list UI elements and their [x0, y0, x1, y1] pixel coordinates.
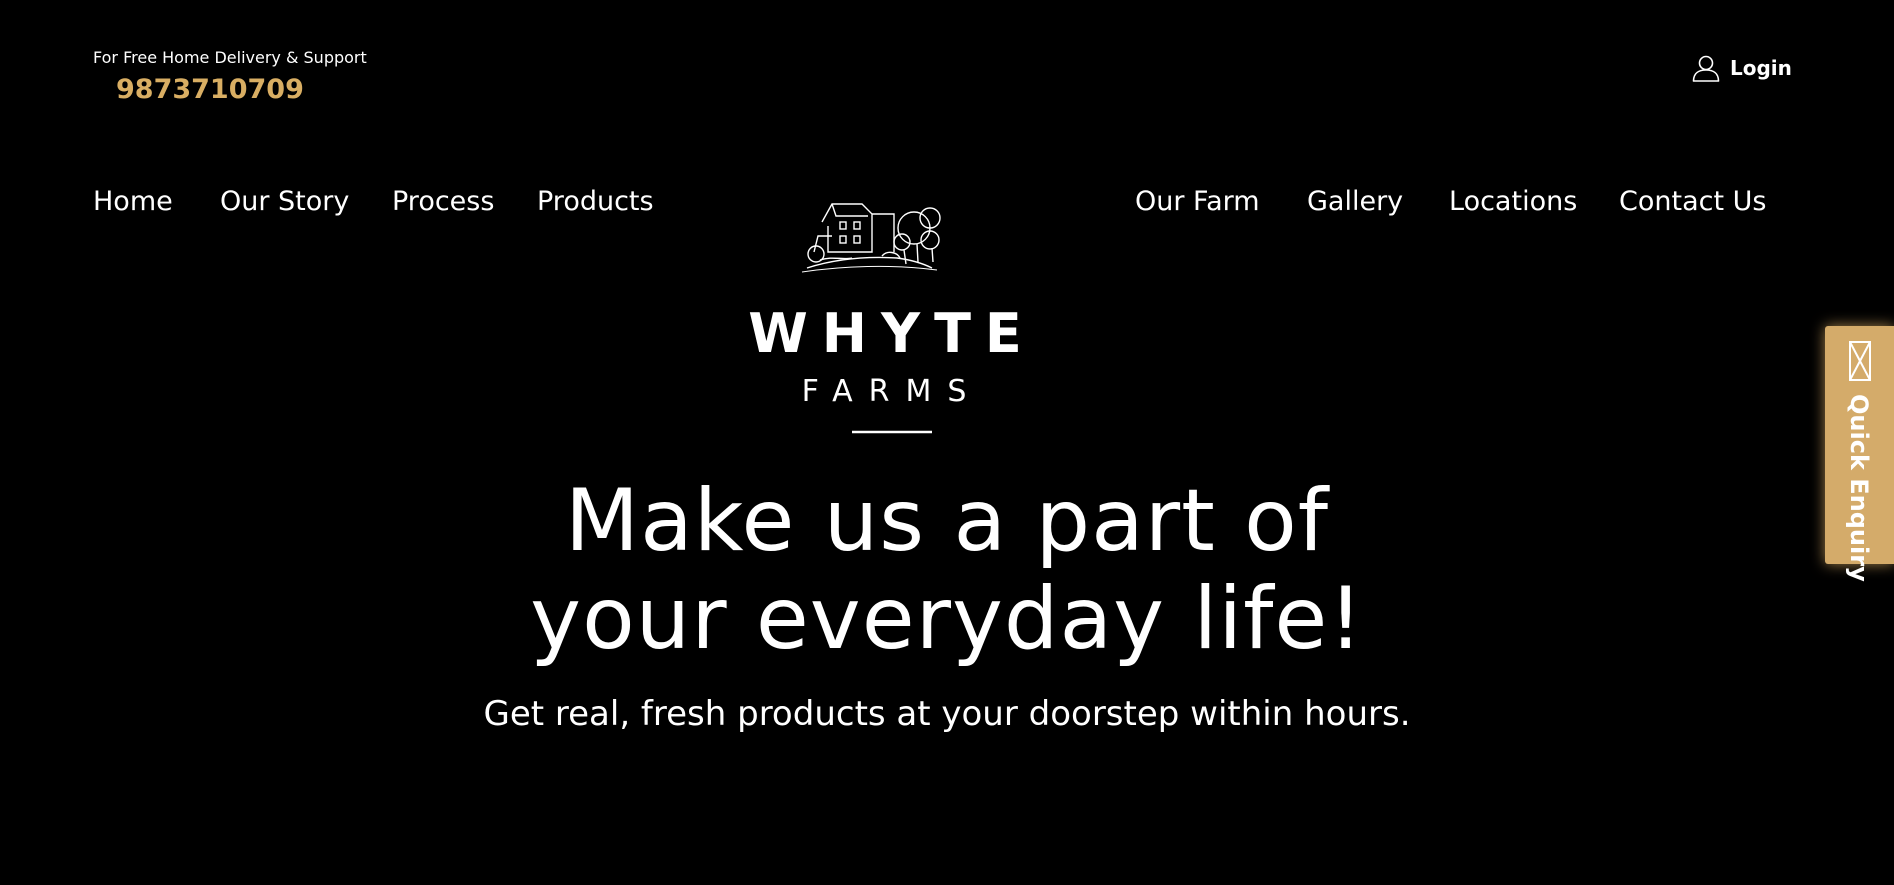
support-phone-link[interactable]: 9873710709 — [116, 74, 304, 105]
farmhouse-illustration-icon — [801, 203, 941, 273]
quick-enquiry-tab[interactable]: Quick Enquiry — [1825, 326, 1894, 582]
login-button[interactable]: Login — [1690, 50, 1792, 86]
logo-word-bottom: FARMS — [802, 374, 983, 409]
nav-gallery[interactable]: Gallery — [1307, 186, 1403, 217]
user-icon — [1692, 55, 1720, 82]
nav-home[interactable]: Home — [93, 186, 173, 217]
page: For Free Home Delivery & Support 9873710… — [0, 0, 1894, 885]
hero-subtitle: Get real, fresh products at your doorste… — [483, 694, 1411, 734]
nav-our-story[interactable]: Our Story — [220, 186, 349, 217]
nav-locations[interactable]: Locations — [1449, 186, 1577, 217]
support-label: For Free Home Delivery & Support — [93, 48, 367, 67]
nav-process[interactable]: Process — [392, 186, 494, 217]
nav-products[interactable]: Products — [537, 186, 654, 217]
logo-word-top: WHYTE — [748, 302, 1036, 365]
quick-enquiry-label: Quick Enquiry — [1845, 394, 1873, 582]
login-label: Login — [1730, 56, 1792, 80]
hero-title-line-2: your everyday life! — [530, 569, 1364, 669]
hero-title: Make us a part of your everyday life! — [447, 472, 1447, 668]
nav-our-farm[interactable]: Our Farm — [1135, 186, 1260, 217]
whyte-farms-logo[interactable]: WHYTE FARMS — [732, 170, 1052, 438]
mail-icon — [1849, 341, 1871, 381]
nav-contact-us[interactable]: Contact Us — [1619, 186, 1766, 217]
hero-title-line-1: Make us a part of — [564, 471, 1330, 571]
